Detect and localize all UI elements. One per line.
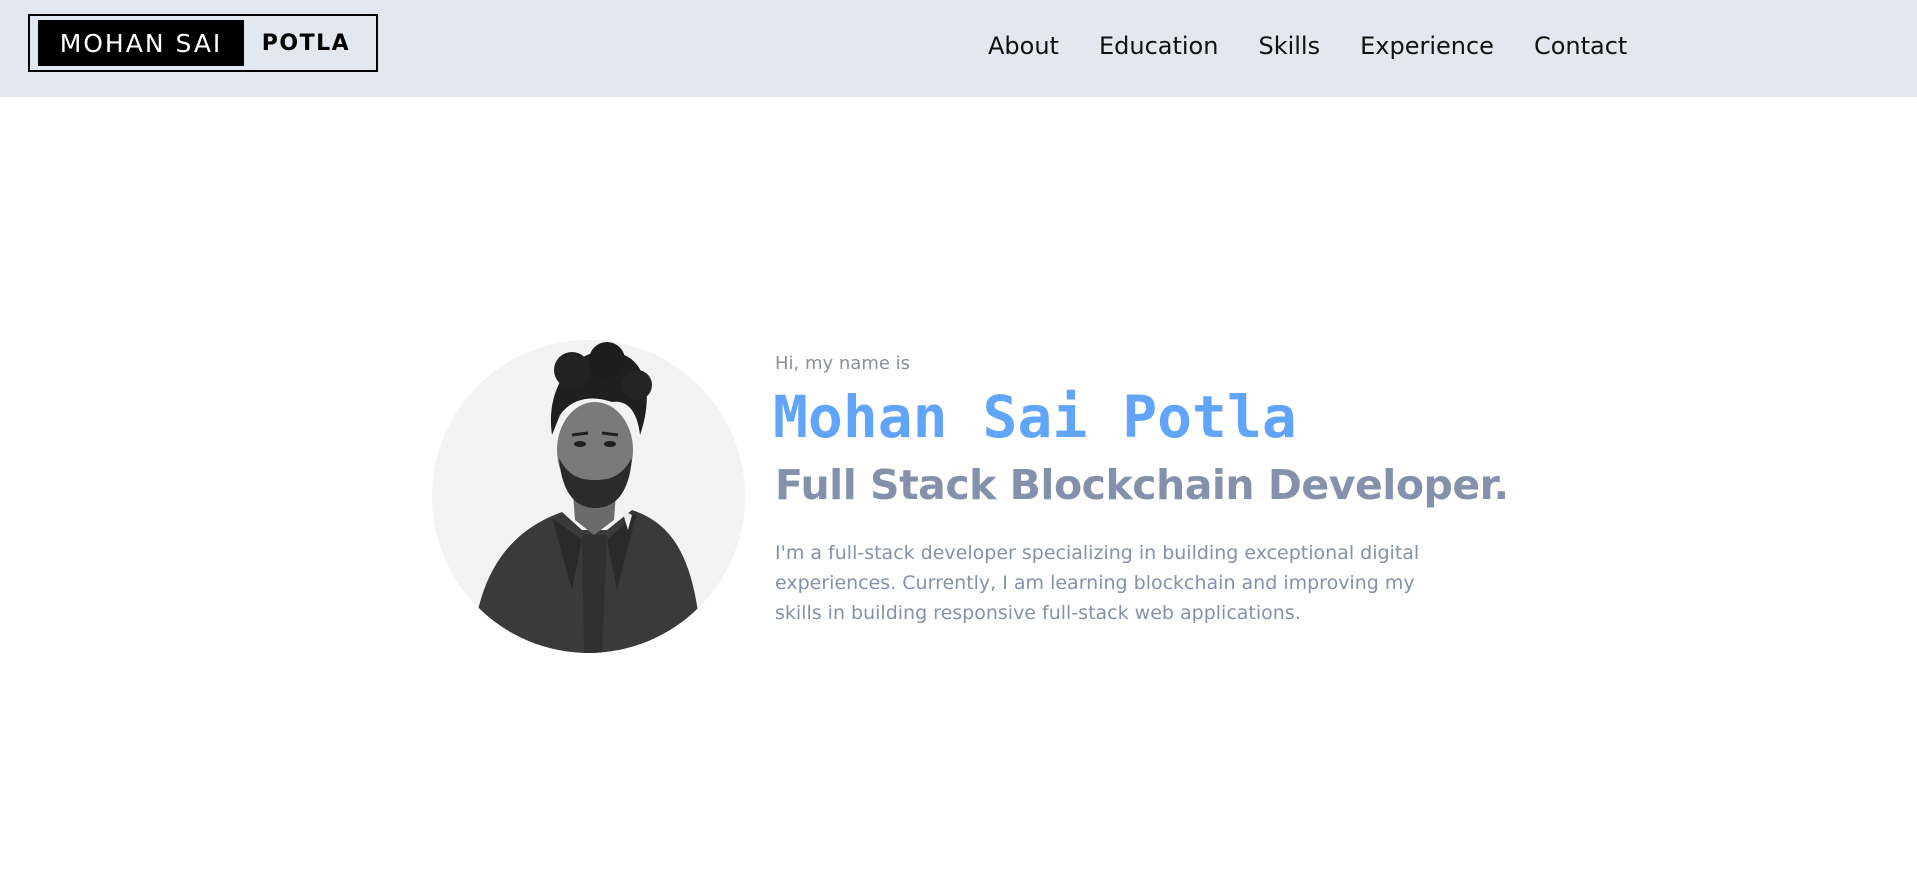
greeting-text: Hi, my name is [775, 353, 911, 374]
nav-link-skills[interactable]: Skills [1258, 28, 1320, 64]
profile-photo-illustration [432, 340, 745, 653]
nav-links: About Education Skills Experience Contac… [988, 28, 1627, 64]
top-navbar: MOHAN SAI POTLA About Education Skills E… [0, 0, 1917, 97]
logo-first-name: MOHAN SAI [38, 20, 244, 66]
site-logo[interactable]: MOHAN SAI POTLA [28, 14, 378, 72]
profile-avatar [432, 340, 745, 653]
hero-name: Mohan Sai Potla [773, 383, 1297, 451]
nav-link-education[interactable]: Education [1099, 28, 1218, 64]
nav-link-about[interactable]: About [988, 28, 1059, 64]
nav-link-experience[interactable]: Experience [1360, 28, 1494, 64]
hero-description: I'm a full-stack developer specializing … [775, 542, 1420, 624]
nav-link-contact[interactable]: Contact [1534, 28, 1627, 64]
logo-last-name: POTLA [261, 30, 351, 56]
hero-role: Full Stack Blockchain Developer. [775, 461, 1509, 509]
